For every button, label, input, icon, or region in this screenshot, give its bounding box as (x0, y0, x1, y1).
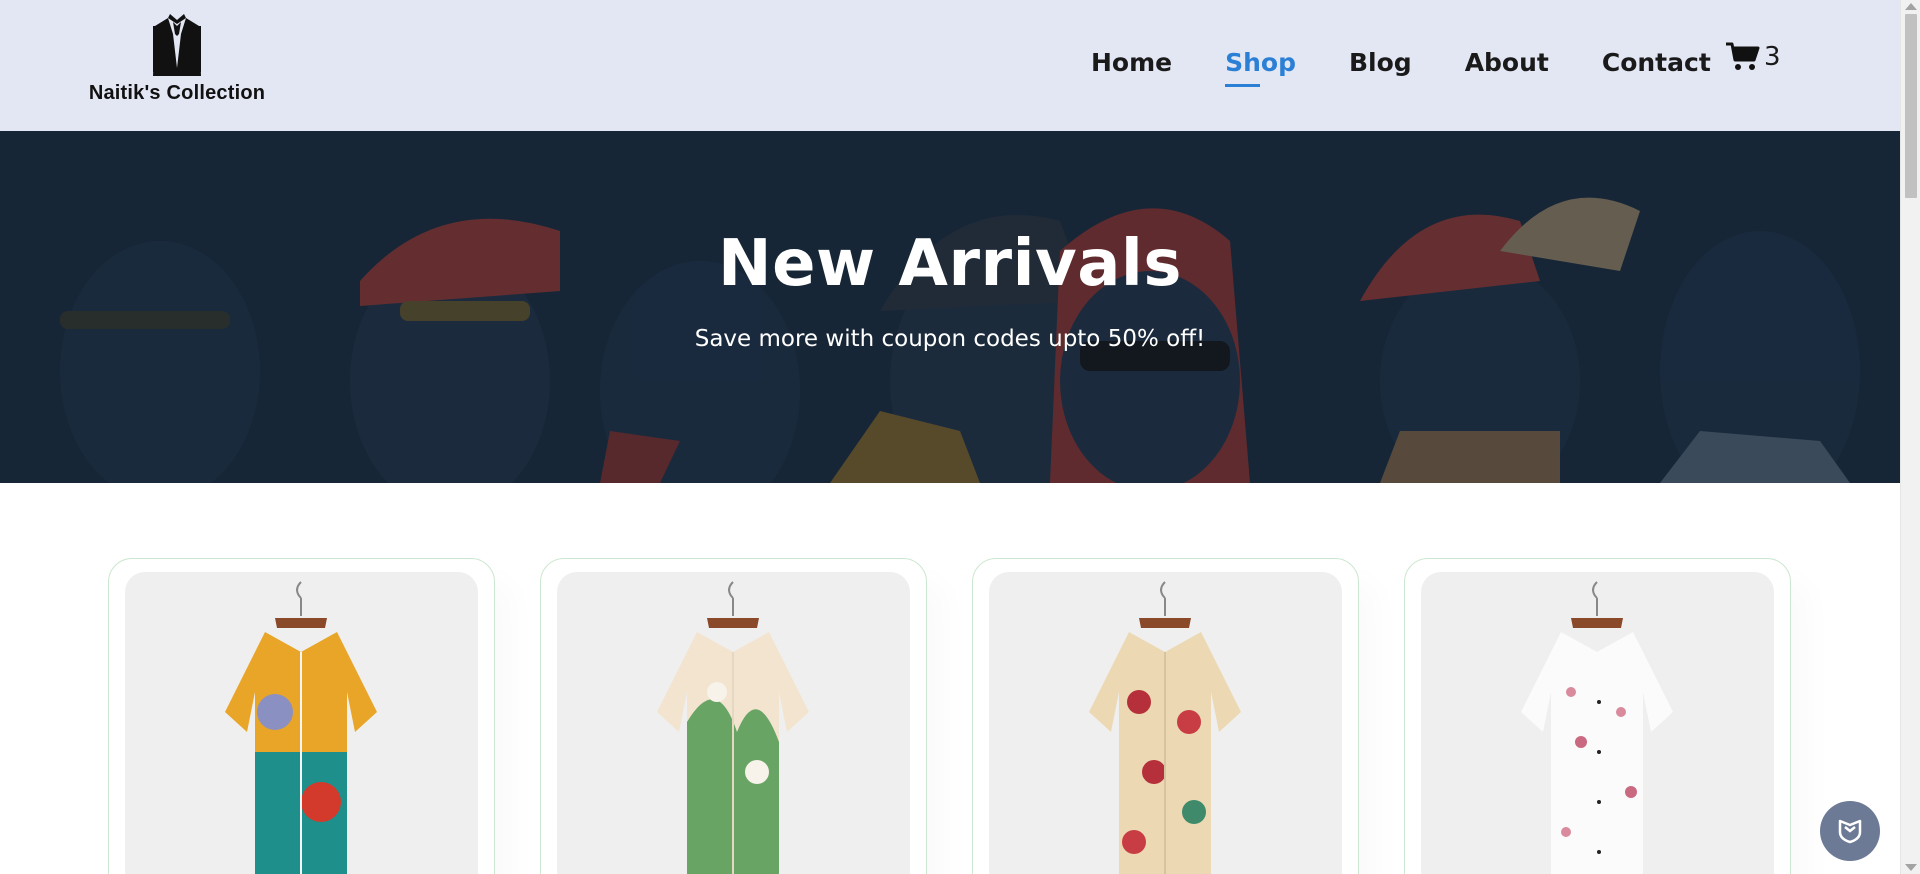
hero-illustration (0, 131, 1900, 483)
site-header: Naitik's Collection Home Shop Blog About… (0, 0, 1900, 131)
nav-blog[interactable]: Blog (1349, 48, 1412, 77)
product-card[interactable] (1404, 558, 1791, 874)
product-card[interactable] (108, 558, 495, 874)
brand-name: Naitik's Collection (88, 82, 266, 104)
hero-banner: New Arrivals Save more with coupon codes… (0, 131, 1900, 483)
hero-subtitle: Save more with coupon codes upto 50% off… (694, 326, 1206, 352)
suit-icon (153, 14, 201, 76)
hero-title: New Arrivals (718, 227, 1182, 301)
nav-home[interactable]: Home (1091, 48, 1172, 77)
product-image (1421, 572, 1774, 874)
scroll-down-arrow[interactable] (1905, 864, 1917, 871)
cart-button[interactable]: 3 (1726, 42, 1781, 72)
product-card[interactable] (540, 558, 927, 874)
floating-shield-button[interactable] (1820, 801, 1880, 861)
page-scrollbar[interactable] (1900, 0, 1920, 874)
cart-icon (1726, 42, 1760, 70)
scroll-thumb[interactable] (1905, 14, 1917, 198)
nav-shop[interactable]: Shop (1225, 48, 1296, 87)
product-image (125, 572, 478, 874)
product-image (557, 572, 910, 874)
cart-count: 3 (1764, 42, 1781, 72)
brand-logo[interactable]: Naitik's Collection (86, 12, 268, 105)
nav-about[interactable]: About (1465, 48, 1549, 77)
scroll-up-arrow[interactable] (1905, 3, 1917, 10)
shield-icon (1838, 819, 1862, 844)
product-grid (108, 558, 1836, 874)
main-nav: Home Shop Blog About Contact (1091, 48, 1764, 87)
product-card[interactable] (972, 558, 1359, 874)
product-image (989, 572, 1342, 874)
nav-contact[interactable]: Contact (1602, 48, 1711, 77)
